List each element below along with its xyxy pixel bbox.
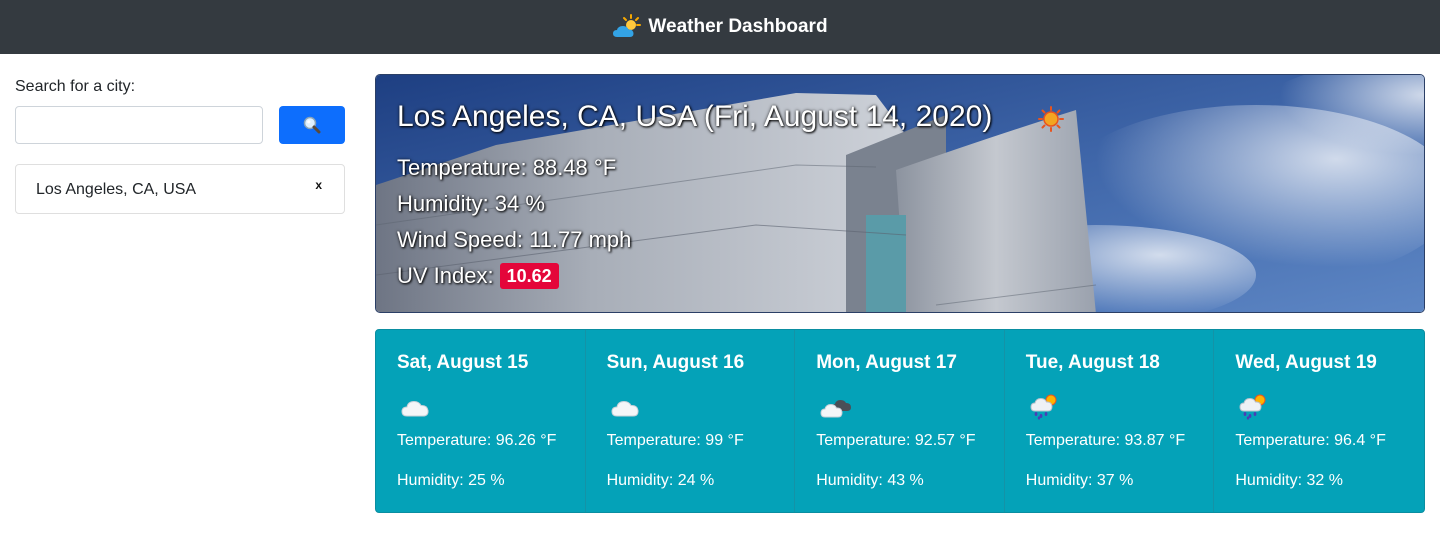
forecast-date: Mon, August 17 <box>816 352 957 373</box>
search-input[interactable] <box>15 106 263 144</box>
sun-icon <box>1038 106 1064 132</box>
sun-rain-icon <box>1030 394 1057 420</box>
sun-rain-icon <box>1239 394 1266 420</box>
history-item[interactable]: Los Angeles, CA, USA x <box>15 164 345 214</box>
forecast-card: Tue, August 18 Temperature: 93.87 °F Hum… <box>1005 330 1215 512</box>
uv-index-label: UV Index: <box>397 263 494 288</box>
navbar: Weather Dashboard <box>0 0 1440 54</box>
forecast-card: Mon, August 17 Temperature: 92.57 °F Hum… <box>795 330 1005 512</box>
app-title: Weather Dashboard <box>648 16 828 37</box>
forecast-humidity: Humidity: 43 % <box>816 472 924 489</box>
current-wind-speed: Wind Speed: 11.77 mph <box>397 227 632 252</box>
uv-index-badge: 10.62 <box>499 263 559 289</box>
current-uv-index: UV Index: 10.62 <box>397 263 559 289</box>
forecast-humidity: Humidity: 25 % <box>397 472 505 489</box>
forecast-temperature: Temperature: 99 °F <box>606 432 744 449</box>
forecast-card: Sun, August 16 Temperature: 99 °F Humidi… <box>586 330 796 512</box>
forecast-date: Sun, August 16 <box>606 352 745 373</box>
current-humidity: Humidity: 34 % <box>397 191 545 216</box>
current-temperature: Temperature: 88.48 °F <box>397 155 617 180</box>
cloud-icon <box>401 400 429 417</box>
forecast-temperature: Temperature: 96.26 °F <box>397 432 557 449</box>
broken-clouds-icon <box>820 400 852 418</box>
forecast-date: Wed, August 19 <box>1235 352 1377 373</box>
history-item-label: Los Angeles, CA, USA <box>36 181 197 198</box>
five-day-forecast: Sat, August 15 Temperature: 96.26 °F Hum… <box>375 329 1425 513</box>
magnifying-glass-icon <box>303 116 321 134</box>
app-brand[interactable]: Weather Dashboard <box>612 14 828 40</box>
forecast-card: Wed, August 19 Temperature: 96.4 °F Humi… <box>1214 330 1424 512</box>
forecast-humidity: Humidity: 37 % <box>1025 472 1134 489</box>
forecast-humidity: Humidity: 32 % <box>1235 472 1343 489</box>
forecast-humidity: Humidity: 24 % <box>606 472 715 489</box>
forecast-temperature: Temperature: 92.57 °F <box>816 432 976 449</box>
sun-behind-cloud-icon <box>613 14 642 37</box>
search-button[interactable] <box>279 106 345 144</box>
forecast-date: Sat, August 15 <box>397 352 529 373</box>
forecast-temperature: Temperature: 93.87 °F <box>1025 432 1186 449</box>
current-weather-card: Los Angeles, CA, USA (Fri, August 14, 20… <box>375 74 1425 313</box>
remove-history-button[interactable]: x <box>315 178 322 192</box>
search-label: Search for a city: <box>15 78 136 95</box>
cloud-icon <box>611 400 639 417</box>
forecast-card: Sat, August 15 Temperature: 96.26 °F Hum… <box>376 330 586 512</box>
forecast-temperature: Temperature: 96.4 °F <box>1235 432 1386 449</box>
forecast-date: Tue, August 18 <box>1025 352 1160 373</box>
city-date-title: Los Angeles, CA, USA (Fri, August 14, 20… <box>397 100 993 133</box>
